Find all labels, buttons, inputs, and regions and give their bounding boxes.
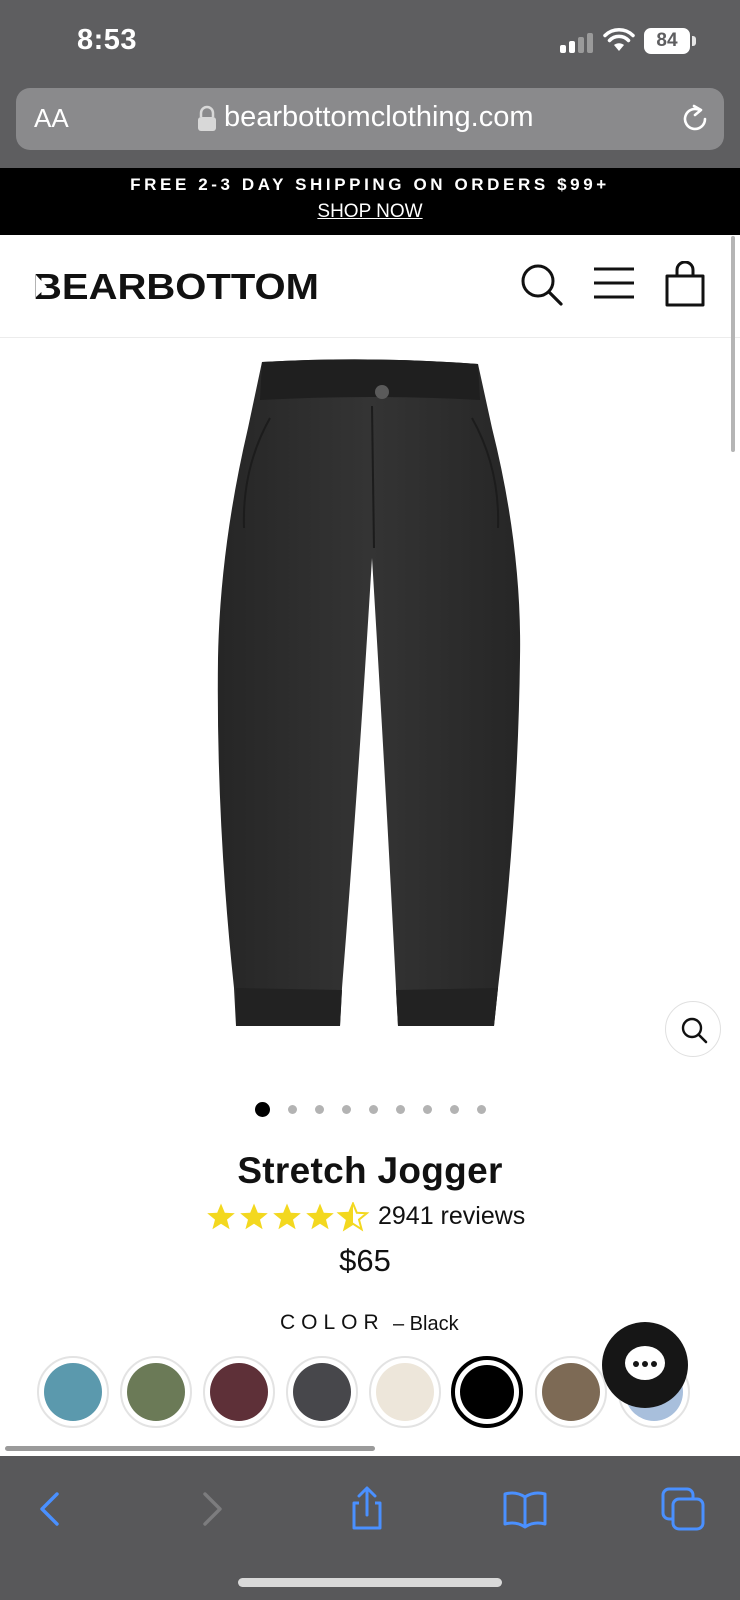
color-swatch-cream[interactable] [369, 1356, 441, 1428]
gallery-dot[interactable] [287, 1105, 297, 1114]
color-swatch-blue[interactable] [37, 1356, 109, 1428]
site-header: BEARBOTTOM [0, 235, 740, 338]
star-rating-icon [207, 1202, 368, 1231]
color-swatch-olive[interactable] [120, 1356, 192, 1428]
color-swatch-charcoal[interactable] [286, 1356, 358, 1428]
gallery-dot[interactable] [254, 1102, 270, 1117]
address-bar[interactable]: AA bearbottomclothing.com [16, 88, 724, 150]
gallery-dot[interactable] [341, 1105, 351, 1114]
share-icon[interactable] [344, 1486, 390, 1532]
status-bar: 8:53 84 AA bearbottomclothing.com [0, 0, 740, 168]
zoom-icon [681, 1017, 708, 1044]
swatch-fill [44, 1363, 102, 1421]
text-size-button[interactable]: AA [34, 103, 69, 134]
gallery-dot[interactable] [395, 1105, 405, 1114]
swatch-fill [460, 1365, 514, 1419]
wifi-icon [603, 28, 635, 51]
bookmarks-icon[interactable] [502, 1486, 548, 1532]
color-swatch-khaki[interactable] [535, 1356, 607, 1428]
back-icon[interactable] [28, 1486, 74, 1532]
swatch-fill [210, 1363, 268, 1421]
promo-text: FREE 2-3 DAY SHIPPING ON ORDERS $99+ [130, 175, 610, 194]
tabs-icon[interactable] [660, 1486, 706, 1532]
shop-now-link[interactable]: SHOP NOW [0, 201, 740, 223]
svg-text:BEARBOTTOM: BEARBOTTOM [33, 266, 319, 305]
promo-banner: FREE 2-3 DAY SHIPPING ON ORDERS $99+ SHO… [0, 168, 740, 235]
menu-icon[interactable] [592, 265, 636, 301]
brand-logo[interactable]: BEARBOTTOM [33, 265, 323, 305]
gallery-dot[interactable] [476, 1105, 486, 1114]
vertical-scrollbar [731, 236, 735, 452]
reload-icon[interactable] [678, 102, 712, 136]
battery-nub [692, 36, 696, 46]
zoom-button[interactable] [665, 1001, 721, 1057]
text-size-label: AA [34, 103, 69, 133]
gallery-dot[interactable] [314, 1105, 324, 1114]
gallery-dot[interactable] [422, 1105, 432, 1114]
search-icon[interactable] [520, 263, 564, 307]
product-image[interactable] [150, 358, 590, 1048]
color-swatch-black[interactable] [451, 1356, 523, 1428]
cellular-signal-icon [560, 33, 596, 53]
color-label: COLOR [280, 1311, 385, 1334]
gallery-dot[interactable] [449, 1105, 459, 1114]
swatch-fill [127, 1363, 185, 1421]
horizontal-scrollbar [5, 1446, 375, 1451]
swatch-fill [293, 1363, 351, 1421]
chat-icon [625, 1346, 665, 1380]
chat-button[interactable] [602, 1322, 688, 1408]
gallery-dot[interactable] [368, 1105, 378, 1114]
status-time: 8:53 [77, 24, 138, 56]
swatch-fill [542, 1363, 600, 1421]
forward-icon[interactable] [188, 1486, 234, 1532]
swatch-fill [376, 1363, 434, 1421]
url-text[interactable]: bearbottomclothing.com [224, 101, 534, 134]
lock-icon [198, 105, 216, 131]
battery-icon: 84 [644, 28, 690, 54]
home-indicator [238, 1578, 502, 1587]
product-price: $65 [339, 1243, 391, 1278]
gallery-pagination [0, 1102, 740, 1122]
selected-color-name: – Black [393, 1313, 459, 1335]
review-count[interactable]: 2941 reviews [378, 1202, 525, 1231]
color-swatch-burgundy[interactable] [203, 1356, 275, 1428]
product-title: Stretch Jogger [237, 1150, 503, 1191]
cart-icon[interactable] [664, 261, 706, 307]
